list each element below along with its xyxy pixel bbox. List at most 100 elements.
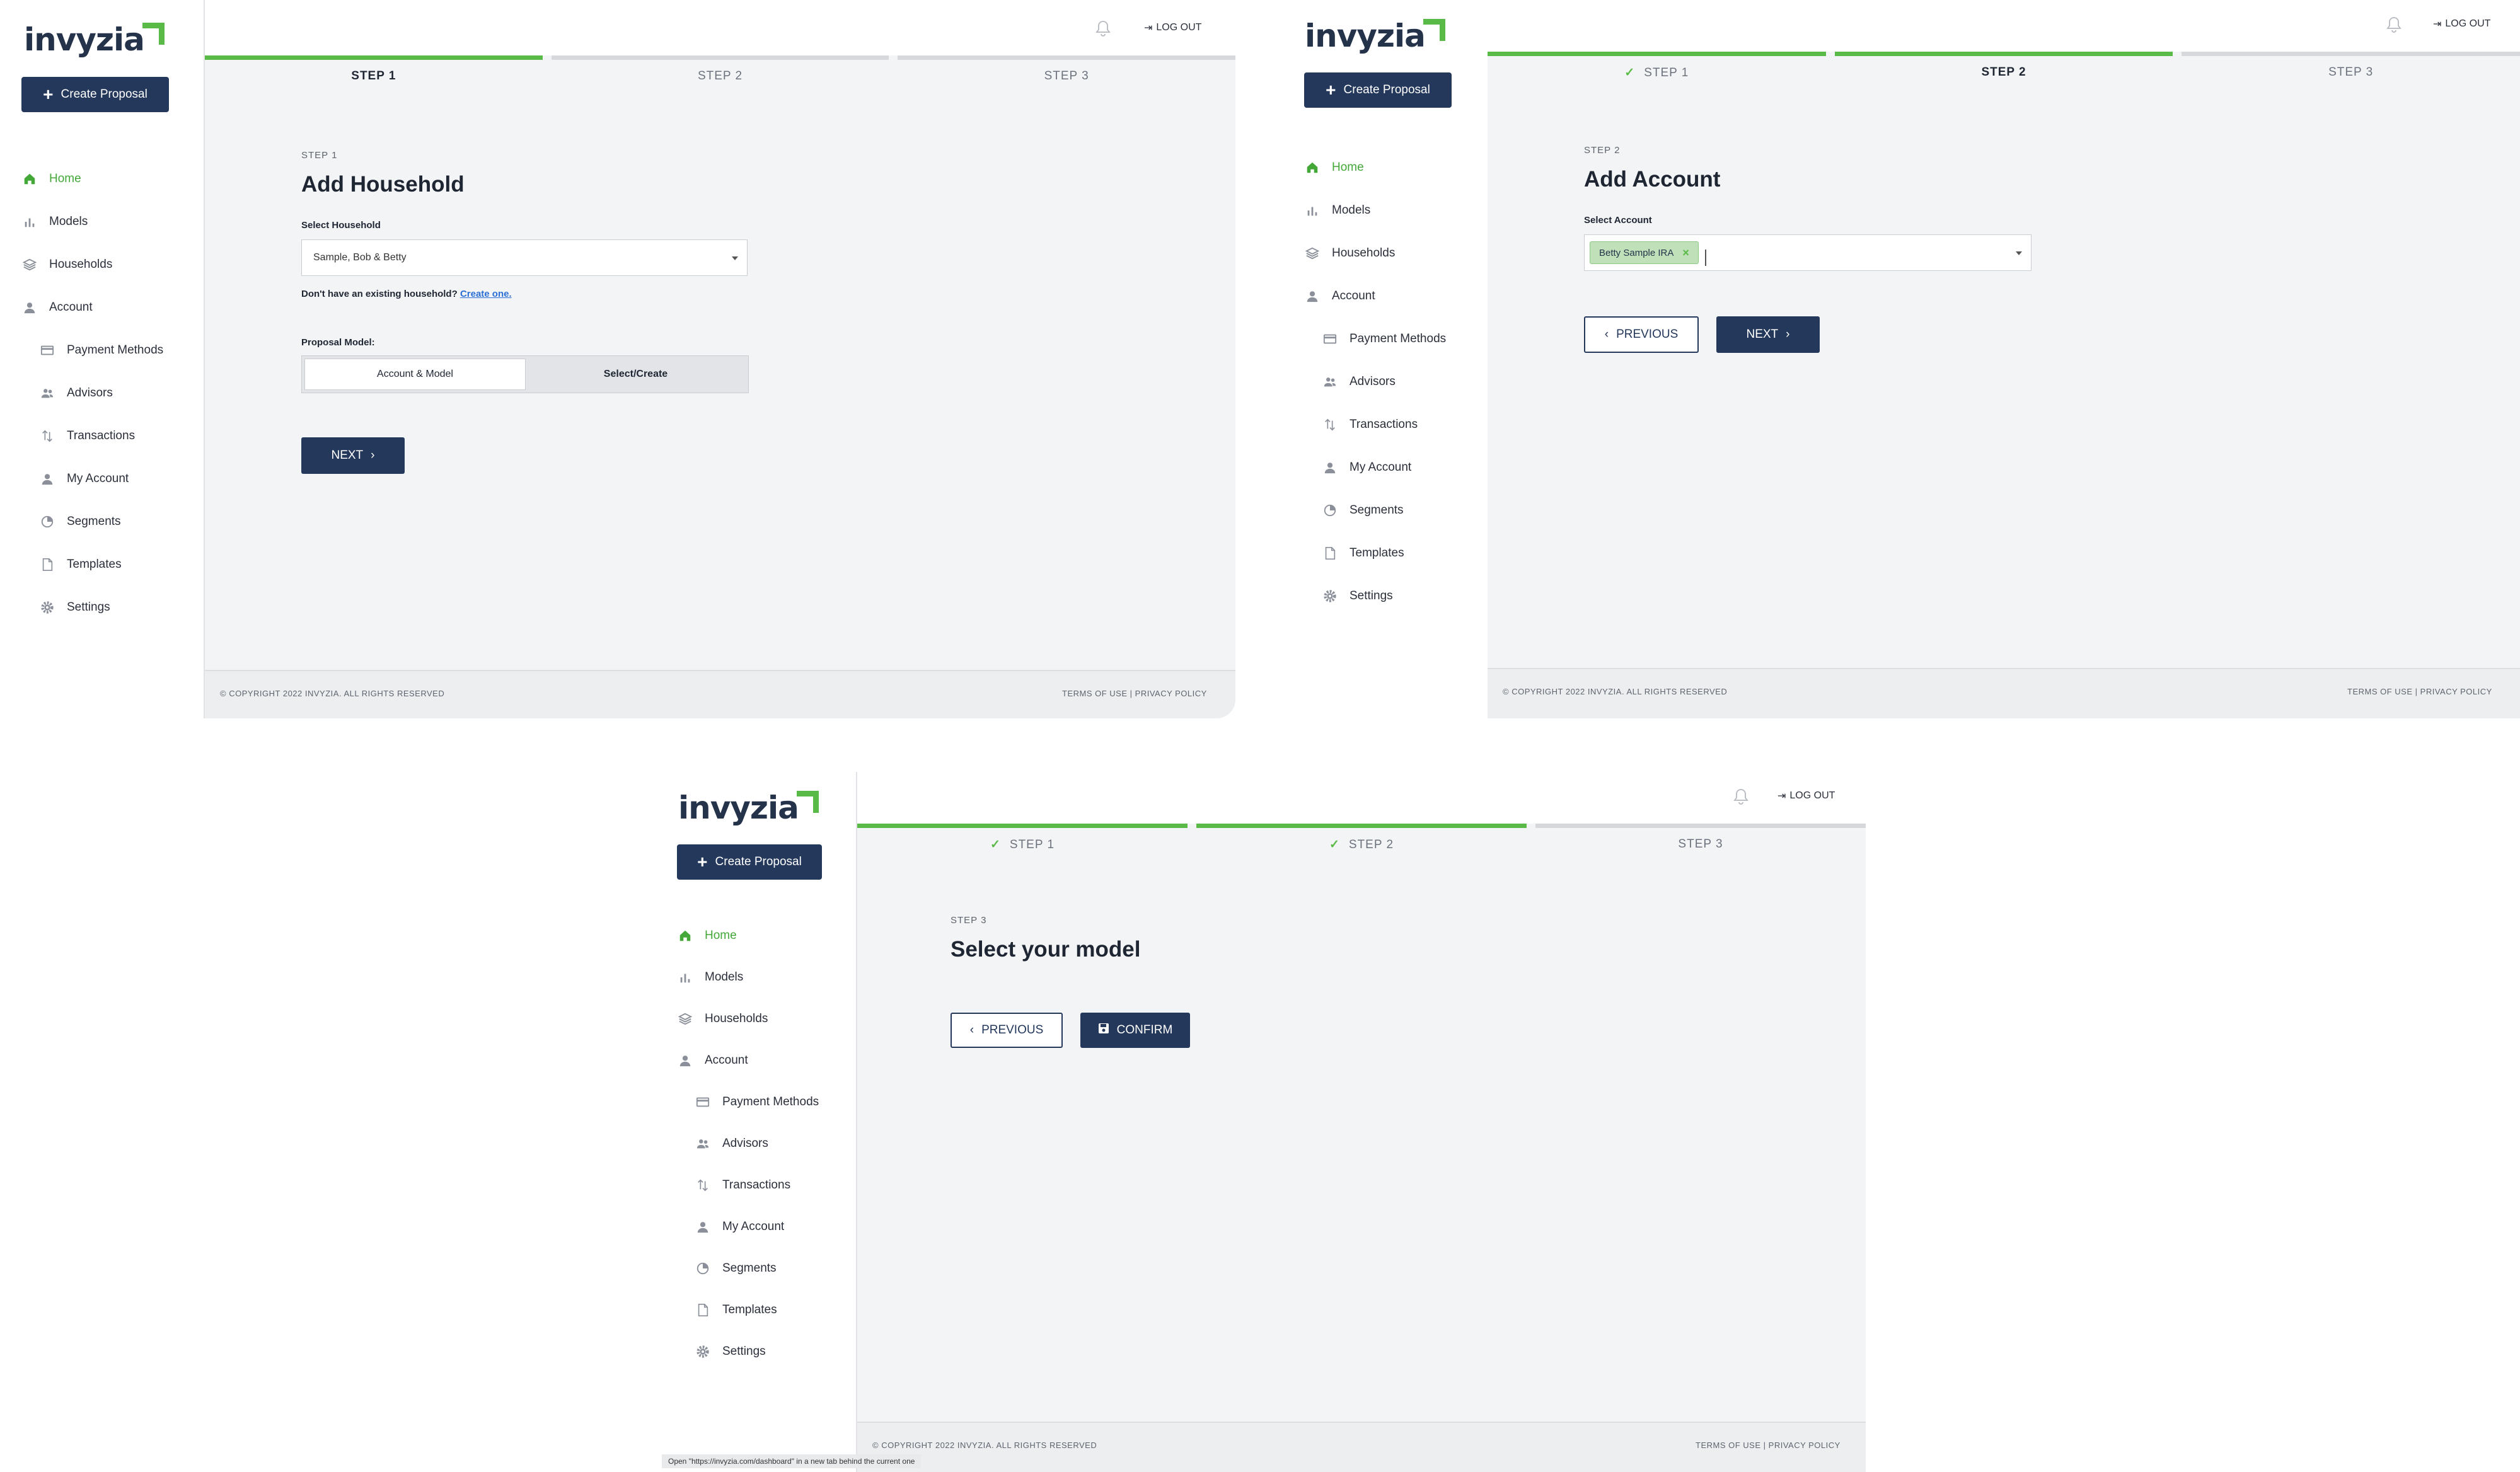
sidebar-item-label: My Account <box>67 472 129 485</box>
users-icon <box>695 1136 711 1152</box>
sidebar-item-models[interactable]: Models <box>677 957 860 998</box>
sidebar-item-label: Transactions <box>722 1178 791 1192</box>
sidebar-item-label: My Account <box>722 1220 785 1233</box>
sidebar-item-home[interactable]: Home <box>21 158 204 200</box>
create-proposal-button[interactable]: + Create Proposal <box>21 77 169 112</box>
logout-button[interactable]: ⇥ LOG OUT <box>2433 18 2490 30</box>
footer-links: TERMS OF USE | PRIVACY POLICY <box>1696 1440 1841 1450</box>
step-1[interactable]: ✓ STEP 1 <box>857 824 1188 855</box>
home-icon <box>677 928 693 944</box>
sidebar-item-home[interactable]: Home <box>677 915 860 957</box>
checkmark-icon: ✓ <box>990 838 1001 851</box>
previous-button[interactable]: ‹ PREVIOUS <box>951 1013 1063 1048</box>
sidebar-item-payment-methods[interactable]: Payment Methods <box>1304 318 1487 360</box>
brand-logo[interactable]: invyzia <box>24 23 165 55</box>
terms-link[interactable]: TERMS OF USE <box>1062 689 1128 698</box>
copyright: © COPYRIGHT 2022 INVYZIA. ALL RIGHTS RES… <box>220 689 445 698</box>
step-1[interactable]: STEP 1 <box>205 55 543 87</box>
sidebar-item-advisors[interactable]: Advisors <box>677 1123 860 1164</box>
step-3-label: STEP 3 <box>1678 837 1723 851</box>
confirm-button[interactable]: CONFIRM <box>1080 1013 1190 1048</box>
step-3-label: STEP 3 <box>2328 66 2374 79</box>
file-icon <box>695 1302 711 1318</box>
sidebar-item-transactions[interactable]: Transactions <box>1304 403 1487 446</box>
sidebar-item-home[interactable]: Home <box>1304 146 1487 189</box>
create-proposal-button[interactable]: + Create Proposal <box>677 844 822 880</box>
sidebar-item-households[interactable]: Households <box>1304 232 1487 275</box>
next-button[interactable]: NEXT › <box>1716 316 1820 353</box>
household-select[interactable]: Sample, Bob & Betty <box>301 239 748 276</box>
create-household-hint: Don't have an existing household? Create… <box>301 289 749 299</box>
bell-icon[interactable] <box>1733 788 1748 805</box>
bar-chart-icon <box>1304 202 1321 219</box>
sidebar-item-label: Advisors <box>67 386 113 400</box>
sidebar-item-households[interactable]: Households <box>21 243 204 286</box>
sidebar-item-segments[interactable]: Segments <box>1304 489 1487 532</box>
step-3[interactable]: STEP 3 <box>1535 824 1866 855</box>
sidebar-item-advisors[interactable]: Advisors <box>21 372 204 415</box>
next-button[interactable]: NEXT › <box>301 437 405 474</box>
step-1-label: STEP 1 <box>351 69 396 83</box>
sidebar-item-label: Templates <box>722 1303 777 1316</box>
step-2[interactable]: STEP 2 <box>1834 52 2173 83</box>
privacy-link[interactable]: PRIVACY POLICY <box>2420 687 2492 696</box>
sidebar-item-my-account[interactable]: My Account <box>21 457 204 500</box>
sidebar-item-templates[interactable]: Templates <box>677 1289 860 1331</box>
sidebar-item-label: Account <box>1332 289 1375 302</box>
step-2[interactable]: ✓ STEP 2 <box>1196 824 1527 855</box>
logout-label: LOG OUT <box>1156 22 1202 33</box>
brand-logo[interactable]: invyzia <box>678 791 819 824</box>
sidebar-item-settings[interactable]: Settings <box>677 1331 860 1372</box>
toggle-account-model[interactable]: Account & Model <box>304 359 526 390</box>
sidebar-item-account[interactable]: Account <box>21 286 204 329</box>
step-3[interactable]: STEP 3 <box>2182 52 2520 83</box>
sidebar-item-label: Settings <box>67 601 110 614</box>
sidebar-item-segments[interactable]: Segments <box>21 500 204 543</box>
footer: © COPYRIGHT 2022 INVYZIA. ALL RIGHTS RES… <box>205 670 1235 718</box>
remove-chip-icon[interactable]: × <box>1682 246 1689 260</box>
sidebar-item-label: Payment Methods <box>722 1095 819 1108</box>
step-1[interactable]: ✓ STEP 1 <box>1488 52 1826 83</box>
sidebar: invyzia + Create Proposal Home Models Hous… <box>662 772 857 1472</box>
bell-icon[interactable] <box>1095 20 1111 37</box>
account-select[interactable]: Betty Sample IRA × <box>1584 234 2032 271</box>
sidebar-item-account[interactable]: Account <box>1304 275 1487 318</box>
sidebar-item-settings[interactable]: Settings <box>1304 575 1487 618</box>
bell-icon[interactable] <box>2386 16 2402 33</box>
logout-button[interactable]: ⇥ LOG OUT <box>1777 790 1835 802</box>
sidebar-item-advisors[interactable]: Advisors <box>1304 360 1487 403</box>
sidebar-item-segments[interactable]: Segments <box>677 1248 860 1289</box>
select-account-label: Select Account <box>1584 215 1652 226</box>
sidebar-item-label: Account <box>49 301 93 314</box>
sidebar-item-transactions[interactable]: Transactions <box>677 1164 860 1206</box>
sidebar-item-models[interactable]: Models <box>1304 189 1487 232</box>
sidebar-item-account[interactable]: Account <box>677 1040 860 1081</box>
sidebar-item-payment-methods[interactable]: Payment Methods <box>21 329 204 372</box>
sidebar-item-templates[interactable]: Templates <box>1304 532 1487 575</box>
create-one-link[interactable]: Create one. <box>460 289 512 299</box>
privacy-link[interactable]: PRIVACY POLICY <box>1769 1440 1841 1450</box>
sidebar-item-my-account[interactable]: My Account <box>1304 446 1487 489</box>
brand-logo[interactable]: invyzia <box>1305 19 1445 52</box>
terms-link[interactable]: TERMS OF USE <box>2347 687 2413 696</box>
privacy-link[interactable]: PRIVACY POLICY <box>1135 689 1207 698</box>
step-3[interactable]: STEP 3 <box>898 55 1235 87</box>
text-cursor <box>1704 250 1706 266</box>
terms-link[interactable]: TERMS OF USE <box>1696 1440 1761 1450</box>
step-2[interactable]: STEP 2 <box>551 55 889 87</box>
toggle-select-create[interactable]: Select/Create <box>526 359 746 390</box>
sidebar-item-payment-methods[interactable]: Payment Methods <box>677 1081 860 1123</box>
sidebar-item-templates[interactable]: Templates <box>21 543 204 586</box>
sidebar-item-models[interactable]: Models <box>21 200 204 243</box>
sidebar-item-households[interactable]: Households <box>677 998 860 1040</box>
logout-button[interactable]: ⇥ LOG OUT <box>1144 21 1201 34</box>
chevron-right-icon: › <box>1786 328 1790 341</box>
step-3-label: STEP 3 <box>1044 69 1089 83</box>
logo-mark-icon <box>142 23 165 45</box>
previous-button[interactable]: ‹ PREVIOUS <box>1584 316 1699 353</box>
create-proposal-button[interactable]: + Create Proposal <box>1304 72 1452 108</box>
home-icon <box>21 171 38 187</box>
sidebar-item-my-account[interactable]: My Account <box>677 1206 860 1248</box>
sidebar-item-transactions[interactable]: Transactions <box>21 415 204 457</box>
sidebar-item-settings[interactable]: Settings <box>21 586 204 629</box>
